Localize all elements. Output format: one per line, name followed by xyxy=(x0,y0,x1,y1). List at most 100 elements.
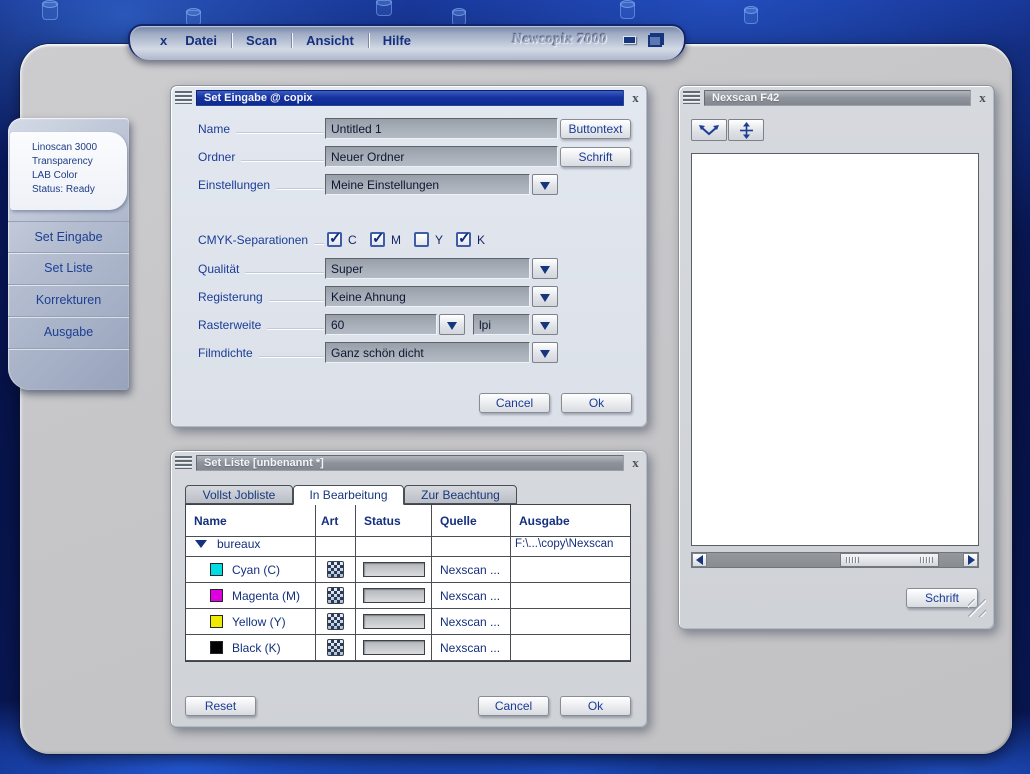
progress-bar xyxy=(363,588,425,603)
art-cell xyxy=(316,557,356,583)
scanner-colorspace: LAB Color xyxy=(32,169,123,183)
cmyk-checkbox-m[interactable]: M xyxy=(370,232,401,247)
sidebar-item-set-liste[interactable]: Set Liste xyxy=(8,253,129,285)
chevron-down-icon[interactable] xyxy=(532,286,558,307)
cmyk-checkbox-c[interactable]: C xyxy=(327,232,357,247)
close-icon[interactable]: x xyxy=(628,455,643,471)
cancel-button[interactable]: Cancel xyxy=(478,696,549,716)
scroll-left-arrow-icon[interactable] xyxy=(692,553,707,567)
minimize-icon[interactable] xyxy=(623,36,636,44)
qualitaet-value: Super xyxy=(325,258,530,279)
scanner-model: Linoscan 3000 xyxy=(32,141,123,155)
sidebar-menu: Set Eingabe Set Liste Korrekturen Ausgab… xyxy=(8,221,129,349)
chevron-down-icon[interactable] xyxy=(532,342,558,363)
sidebar-item-korrekturen[interactable]: Korrekturen xyxy=(8,285,129,317)
tab-zur-beachtung[interactable]: Zur Beachtung xyxy=(404,485,517,504)
job-name: Cyan (C) xyxy=(232,563,280,577)
close-icon[interactable]: x xyxy=(975,90,990,106)
menu-item-hilfe[interactable]: Hilfe xyxy=(383,33,411,48)
scan-preview-area[interactable] xyxy=(691,153,979,546)
rasterweite-unit-dropdown[interactable]: lpi xyxy=(473,314,558,335)
registerung-label: Registerung xyxy=(198,290,324,304)
ordner-label: Ordner xyxy=(198,150,324,164)
tab-in-bearbeitung[interactable]: In Bearbeitung xyxy=(293,485,404,505)
expand-triangle-icon[interactable] xyxy=(195,540,207,548)
scanner-info-panel: Linoscan 3000 Transparency LAB Color Sta… xyxy=(10,132,127,210)
einstellungen-dropdown[interactable]: Meine Einstellungen xyxy=(325,174,558,195)
qualitaet-dropdown[interactable]: Super xyxy=(325,258,558,279)
chevron-down-icon[interactable] xyxy=(532,174,558,195)
job-row-yellow[interactable]: Yellow (Y) xyxy=(186,609,316,635)
progress-bar xyxy=(363,562,425,577)
rasterweite-dropdown[interactable]: 60 xyxy=(325,314,465,335)
checkbox-label: C xyxy=(348,233,357,247)
cmyk-checkbox-y[interactable]: Y xyxy=(414,232,443,247)
buttontext-button[interactable]: Buttontext xyxy=(560,119,631,139)
window-grip-icon[interactable] xyxy=(175,91,192,104)
checkbox-icon[interactable] xyxy=(327,232,342,247)
set-eingabe-window: Set Eingabe @ copix x Name Buttontext Or… xyxy=(170,85,648,428)
cmyk-checkbox-k[interactable]: K xyxy=(456,232,485,247)
nexscan-titlebar[interactable]: Nexscan F42 x xyxy=(683,89,990,106)
checkbox-icon[interactable] xyxy=(370,232,385,247)
scroll-right-arrow-icon[interactable] xyxy=(963,553,978,567)
progress-bar xyxy=(363,640,425,655)
job-group-row[interactable]: bureaux xyxy=(186,531,316,557)
set-liste-titlebar[interactable]: Set Liste [unbenannt *] x xyxy=(175,454,643,471)
sidebar-item-ausgabe[interactable]: Ausgabe xyxy=(8,317,129,349)
window-grip-icon[interactable] xyxy=(175,456,192,469)
group-ausgabe-path: F:\...\copy\Nexscan xyxy=(511,531,630,557)
angle-arrows-icon xyxy=(699,124,719,137)
scrollbar-thumb[interactable] xyxy=(840,553,939,567)
job-row-cyan[interactable]: Cyan (C) xyxy=(186,557,316,583)
menu-item-scan[interactable]: Scan xyxy=(246,33,277,48)
menu-item-ansicht[interactable]: Ansicht xyxy=(306,33,354,48)
schrift-button[interactable]: Schrift xyxy=(560,147,631,167)
resize-grip-icon[interactable] xyxy=(968,599,986,617)
window-grip-icon[interactable] xyxy=(683,91,700,104)
ok-button[interactable]: Ok xyxy=(561,393,632,413)
angle-measure-tool-button[interactable] xyxy=(691,119,727,141)
window-title[interactable]: Set Liste [unbenannt *] xyxy=(196,455,624,471)
job-row-black[interactable]: Black (K) xyxy=(186,635,316,661)
checkbox-icon[interactable] xyxy=(414,232,429,247)
checkbox-label: M xyxy=(391,233,401,247)
job-name: Magenta (M) xyxy=(232,589,300,603)
chevron-down-icon[interactable] xyxy=(439,314,465,335)
group-quelle-cell xyxy=(432,531,511,557)
sidebar-item-set-eingabe[interactable]: Set Eingabe xyxy=(8,221,129,253)
set-eingabe-titlebar[interactable]: Set Eingabe @ copix x xyxy=(175,89,643,106)
window-title[interactable]: Nexscan F42 xyxy=(704,90,971,106)
registerung-dropdown[interactable]: Keine Ahnung xyxy=(325,286,558,307)
checkbox-label: K xyxy=(477,233,485,247)
rasterweite-value: 60 xyxy=(325,314,437,335)
menu-item-datei[interactable]: Datei xyxy=(185,33,217,48)
job-row-magenta[interactable]: Magenta (M) xyxy=(186,583,316,609)
filmdichte-dropdown[interactable]: Ganz schön dicht xyxy=(325,342,558,363)
chevron-down-icon[interactable] xyxy=(532,258,558,279)
ausgabe-cell xyxy=(511,583,630,609)
app-close-button[interactable]: x xyxy=(160,33,167,48)
horizontal-scrollbar[interactable] xyxy=(691,552,979,568)
window-title[interactable]: Set Eingabe @ copix xyxy=(196,90,624,106)
name-input[interactable] xyxy=(325,118,558,139)
checkbox-icon[interactable] xyxy=(456,232,471,247)
rasterweite-label: Rasterweite xyxy=(198,318,324,332)
halftone-icon xyxy=(327,561,344,578)
reset-button[interactable]: Reset xyxy=(185,696,256,716)
ordner-input[interactable] xyxy=(325,146,558,167)
ok-button[interactable]: Ok xyxy=(560,696,631,716)
job-name: Black (K) xyxy=(232,641,281,655)
nexscan-toolbar xyxy=(691,119,764,141)
tab-vollst-jobliste[interactable]: Vollst Jobliste xyxy=(185,485,293,504)
ausgabe-cell xyxy=(511,609,630,635)
restore-window-icon[interactable] xyxy=(648,33,664,47)
chevron-down-icon[interactable] xyxy=(532,314,558,335)
halftone-icon xyxy=(327,639,344,656)
vertical-measure-tool-button[interactable] xyxy=(728,119,764,141)
color-swatch xyxy=(210,563,223,576)
vertical-arrows-icon xyxy=(739,122,754,139)
cancel-button[interactable]: Cancel xyxy=(479,393,550,413)
color-swatch xyxy=(210,641,223,654)
close-icon[interactable]: x xyxy=(628,90,643,106)
